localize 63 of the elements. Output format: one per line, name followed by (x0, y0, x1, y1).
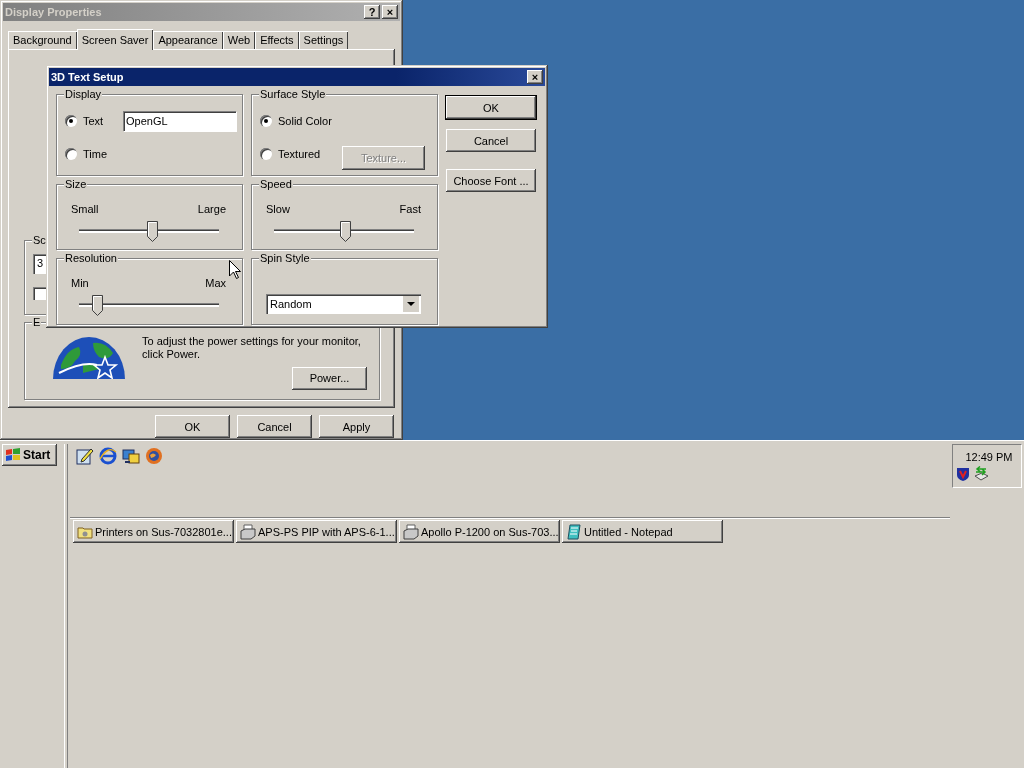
printer-icon (403, 523, 419, 540)
slider-thumb[interactable] (146, 221, 158, 242)
windows-flag-icon (5, 448, 21, 462)
group-label: Size (64, 178, 88, 191)
start-button[interactable]: Start (2, 444, 57, 466)
slider-max-label: Max (205, 277, 226, 289)
power-button[interactable]: Power... (292, 366, 367, 390)
tab[interactable]: Settings (298, 31, 349, 49)
radio-button[interactable] (260, 148, 272, 160)
slider-max-label: Large (197, 203, 226, 215)
radio-button[interactable] (65, 148, 77, 160)
spin-style-dropdown[interactable]: Random (266, 294, 421, 314)
dialog-button[interactable]: OK (155, 415, 230, 438)
taskbar-button[interactable]: Printers on Sus-7032801e... (73, 520, 234, 543)
group-label: Resolution (64, 252, 118, 265)
tab[interactable]: Effects (255, 31, 299, 49)
slider-min-label: Slow (266, 203, 290, 215)
slider-max-label: Fast (399, 203, 421, 215)
taskbar-button[interactable]: APS-PS PIP with APS-6-1... (236, 520, 397, 543)
checkbox[interactable] (33, 287, 46, 300)
energy-star-logo (53, 335, 125, 379)
radio-label: Textured (278, 148, 321, 160)
group-label: E (32, 316, 42, 329)
printer-icon (240, 523, 256, 540)
group-label: Speed (259, 178, 293, 191)
desktop-icon[interactable] (122, 447, 140, 465)
group-label: Display (64, 88, 103, 101)
window-title: Display Properties (5, 6, 103, 18)
dialog-button[interactable]: Apply (319, 415, 394, 438)
text-field[interactable]: OpenGL (123, 111, 236, 131)
dialog-button[interactable]: Cancel (237, 415, 312, 438)
radio-label: Time (83, 148, 109, 160)
browser-icon[interactable] (99, 447, 117, 465)
notepad-icon (566, 523, 582, 540)
shield-icon[interactable] (955, 466, 971, 482)
slider-thumb[interactable] (340, 221, 352, 242)
tab[interactable]: Appearance (153, 31, 223, 49)
globe-icon[interactable] (145, 447, 163, 465)
radio-label: Text (83, 115, 105, 127)
radio-label: Solid Color (278, 115, 332, 127)
group-label: Spin Style (259, 252, 311, 265)
taskbar-button[interactable]: Untitled - Notepad (562, 520, 723, 543)
radio-button[interactable] (65, 115, 77, 127)
network-icon[interactable] (973, 466, 989, 482)
clock: 12:49 PM (965, 451, 1013, 463)
mouse-pointer-icon (229, 260, 241, 279)
close-button[interactable]: × (527, 70, 543, 84)
slider-min-label: Min (71, 277, 89, 289)
slider-min-label: Small (71, 203, 99, 215)
dialog-button[interactable]: Cancel (446, 129, 536, 152)
tab[interactable]: Web (222, 31, 256, 49)
dialog-button[interactable]: OK (446, 96, 536, 119)
edit-icon[interactable] (76, 447, 94, 465)
group-label: Surface Style (259, 88, 327, 101)
radio-button[interactable] (260, 115, 272, 127)
dialog-button[interactable]: Choose Font ... (446, 169, 536, 192)
taskbar-button[interactable]: Apollo P-1200 on Sus-703... (399, 520, 560, 543)
power-settings-text: To adjust the power settings for your monitor, click Power. (141, 335, 362, 362)
tab[interactable]: Screen Saver (76, 29, 154, 50)
window-title: 3D Text Setup (51, 71, 125, 83)
group-label: Sc (32, 234, 47, 247)
slider-thumb[interactable] (92, 295, 104, 316)
tab[interactable]: Background (8, 31, 77, 49)
